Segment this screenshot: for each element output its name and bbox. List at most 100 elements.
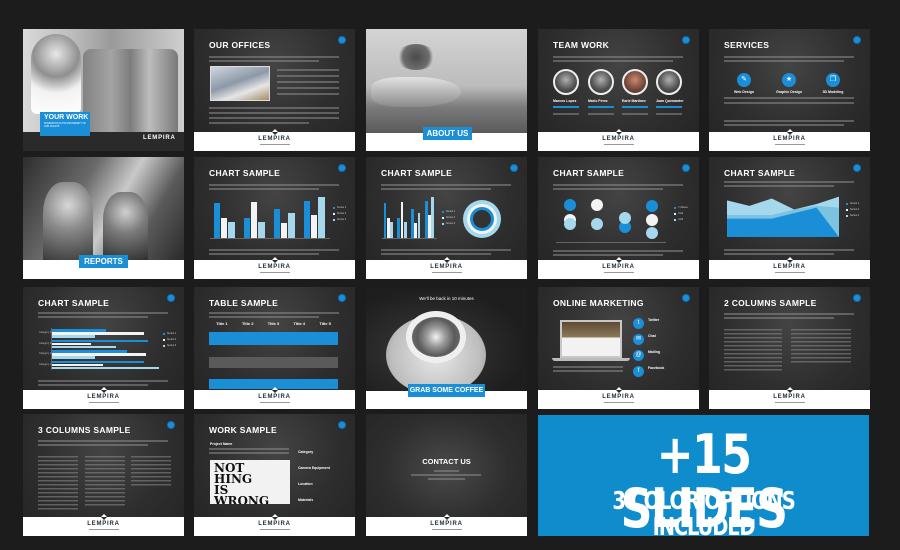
legend-label: Series 3 bbox=[337, 218, 347, 221]
legend-entry: Series 3 bbox=[333, 217, 349, 222]
text-line bbox=[38, 312, 168, 314]
slide-coffee[interactable]: We'll be back in 10 minutes GRAB SOME CO… bbox=[366, 287, 527, 409]
text-line bbox=[553, 56, 683, 58]
slide-title: SERVICES bbox=[724, 40, 770, 50]
table-header-cell: Title 1 bbox=[216, 321, 228, 326]
slide-number-dot bbox=[853, 294, 861, 302]
slide-contact-us[interactable]: CONTACT US LEMPIRA bbox=[366, 414, 527, 536]
chart-legend: Y-Values Col2 Col3 bbox=[674, 205, 692, 223]
legend-swatch bbox=[674, 212, 676, 215]
legend-label: Series 2 bbox=[167, 338, 177, 341]
chart-legend: Series 1 Series 2 Series 3 bbox=[333, 205, 349, 223]
slide-footer: LEMPIRA bbox=[709, 387, 870, 409]
skill-bar bbox=[656, 106, 682, 108]
legend-label: Series 2 bbox=[850, 208, 860, 211]
chart-bar bbox=[220, 218, 228, 238]
logo-tagline bbox=[431, 272, 462, 273]
column-2 bbox=[85, 456, 125, 506]
slide-number-dot bbox=[338, 164, 346, 172]
service-label: 3D Modeling bbox=[822, 90, 844, 94]
logo-tagline bbox=[88, 402, 119, 403]
text-line bbox=[38, 316, 148, 318]
text-line bbox=[209, 117, 339, 119]
slide-team-work[interactable]: TEAM WORK Marcos Lopez Mario Perez Earle… bbox=[538, 29, 699, 151]
legend-label: Series 1 bbox=[850, 202, 860, 205]
logo-tagline bbox=[774, 272, 805, 273]
slide-work-sample[interactable]: WORK SAMPLE Project Name NOT HING IS WRO… bbox=[194, 414, 355, 536]
slide-footer: LEMPIRA bbox=[194, 514, 355, 536]
logo-tagline bbox=[259, 272, 290, 273]
chart-bar bbox=[227, 221, 235, 238]
chart-bar bbox=[213, 202, 221, 238]
slide-chart-hbar[interactable]: CHART SAMPLE Category 4 Category 3 Categor… bbox=[23, 287, 184, 409]
slide-online-marketing[interactable]: ONLINE MARKETING t ✉ @ f Twitter Chat Ma… bbox=[538, 287, 699, 409]
lempira-logo: LEMPIRA bbox=[430, 521, 463, 527]
slide-three-columns[interactable]: 3 COLUMNS SAMPLE LEMPIRA bbox=[23, 414, 184, 536]
slide-about-us[interactable]: ABOUT US bbox=[366, 29, 527, 151]
team-member-avatar bbox=[656, 69, 682, 95]
text-line bbox=[381, 184, 511, 186]
work-meta-label: Camera Equipment bbox=[298, 466, 330, 470]
donut-hole bbox=[473, 210, 491, 228]
bubble-chart bbox=[556, 197, 666, 243]
legend-entry: Series 2 bbox=[333, 211, 349, 216]
slide-chart-bubble[interactable]: CHART SAMPLE Y-Values Col2 Col3 LEMPIRA bbox=[538, 157, 699, 279]
legend-entry: Series 3 bbox=[442, 221, 458, 226]
team-member-name: Marcos Lopez bbox=[553, 99, 577, 103]
legend-entry: Series 2 bbox=[442, 215, 458, 220]
legend-swatch bbox=[846, 208, 848, 211]
slide-chart-area[interactable]: CHART SAMPLE Series 1 Series 2 Series 3 LE… bbox=[709, 157, 870, 279]
legend-swatch bbox=[674, 206, 676, 209]
background-people bbox=[83, 49, 178, 132]
text-line bbox=[209, 188, 319, 190]
column-right bbox=[791, 329, 851, 365]
category-label: Category 2 bbox=[39, 352, 52, 356]
column-1 bbox=[38, 456, 78, 512]
slide-two-columns[interactable]: 2 COLUMNS SAMPLE LEMPIRA bbox=[709, 287, 870, 409]
slide-footer: LEMPIRA bbox=[194, 387, 355, 409]
chart-bar bbox=[310, 215, 318, 238]
table-row bbox=[209, 369, 338, 378]
slide-chart-bar-donut[interactable]: CHART SAMPLE Series 1 Series 2 Series 3 LE… bbox=[366, 157, 527, 279]
text-line bbox=[277, 93, 339, 95]
typography-artwork: NOT HING IS WRONG bbox=[210, 460, 290, 504]
chart-bar bbox=[52, 366, 159, 370]
slide-reports[interactable]: REPORTS bbox=[23, 157, 184, 279]
slide-chart-bar[interactable]: CHART SAMPLE Series 1 Series 2 Series 3 LE… bbox=[194, 157, 355, 279]
table-header-cell: Title 5 bbox=[319, 321, 331, 326]
lempira-logo: LEMPIRA bbox=[258, 394, 291, 400]
bar-chart bbox=[382, 197, 437, 239]
slide-our-offices[interactable]: OUR OFFICES LEMPIRA bbox=[194, 29, 355, 151]
hands-tree-photo bbox=[366, 29, 527, 133]
lempira-logo: LEMPIRA bbox=[258, 521, 291, 527]
text-line bbox=[209, 112, 339, 114]
slide-title: CHART SAMPLE bbox=[553, 168, 625, 178]
legend-entry: Col2 bbox=[674, 211, 692, 216]
chart-bar bbox=[417, 213, 421, 238]
slide-title: 2 COLUMNS SAMPLE bbox=[724, 298, 817, 308]
text-line bbox=[588, 113, 614, 115]
star-icon: ★ bbox=[782, 73, 796, 87]
text-line bbox=[553, 188, 663, 190]
text-line bbox=[428, 478, 465, 480]
text-line bbox=[38, 380, 168, 382]
text-line bbox=[553, 366, 623, 368]
table-header-cell: Title 2 bbox=[241, 321, 254, 326]
logo-tagline bbox=[259, 529, 290, 530]
your-work-badge: YOUR WORK DOMINATION IN THE PROSPERITY O… bbox=[40, 112, 90, 136]
team-member-name: Juan Quenander bbox=[656, 99, 684, 103]
slide-services[interactable]: SERVICES ✎ ★ ❒ Web Design Graphic Design… bbox=[709, 29, 870, 151]
table-header-cell: Title 4 bbox=[293, 321, 306, 326]
legend-swatch bbox=[163, 344, 165, 347]
bubble-point bbox=[563, 218, 576, 230]
text-line bbox=[724, 253, 834, 255]
slide-your-work[interactable]: YOUR WORK DOMINATION IN THE PROSPERITY O… bbox=[23, 29, 184, 151]
bubble-point bbox=[646, 227, 659, 239]
chart-bar bbox=[273, 209, 281, 238]
chart-bar bbox=[303, 201, 311, 238]
bubble-point bbox=[563, 198, 576, 211]
chart-bar bbox=[52, 345, 117, 349]
chart-bar bbox=[431, 197, 435, 238]
chart-bar bbox=[243, 217, 251, 238]
slide-table-sample[interactable]: TABLE SAMPLE Title 1 Title 2 Title 3 Tit… bbox=[194, 287, 355, 409]
